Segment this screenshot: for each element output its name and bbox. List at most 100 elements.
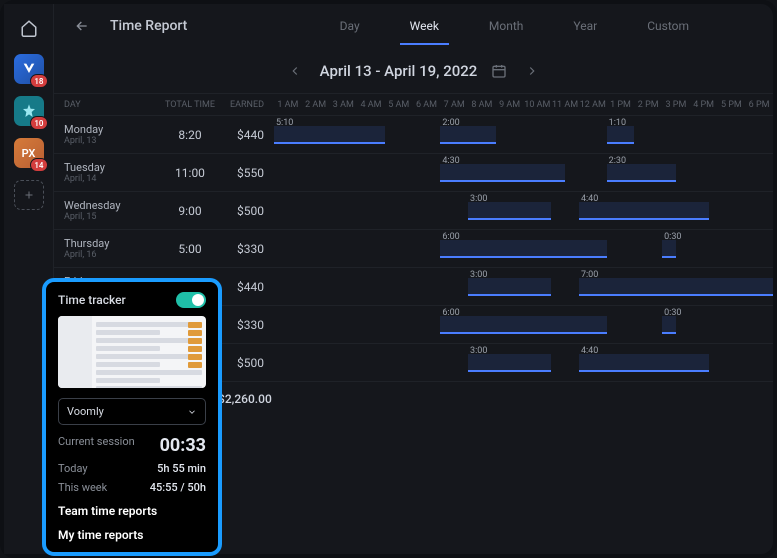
time-segment[interactable]: 2:30: [607, 164, 676, 182]
project-select[interactable]: Voomly: [58, 398, 206, 425]
app-icon-star[interactable]: 10: [14, 96, 44, 126]
tab-day[interactable]: Day: [336, 7, 364, 45]
earned-value: $550: [218, 154, 274, 191]
time-segment[interactable]: 6:00: [440, 240, 606, 258]
timeline-track: 3:00 4:40: [274, 344, 773, 381]
day-date: April, 16: [64, 250, 162, 260]
current-session-label: Current session: [58, 435, 135, 456]
add-workspace-button[interactable]: [14, 180, 44, 210]
hour-label: 4 AM: [357, 100, 385, 110]
total-time-value: 9:00: [162, 192, 218, 229]
time-tracker-popover: Time tracker Voomly Current session 00:3…: [42, 278, 222, 556]
segment-duration-label: 3:00: [470, 270, 487, 280]
total-time-value: 11:00: [162, 154, 218, 191]
my-reports-link[interactable]: My time reports: [58, 528, 206, 542]
day-name: Thursday: [64, 237, 162, 250]
hour-label: 1 PM: [607, 100, 635, 110]
segment-duration-label: 6:00: [442, 308, 459, 318]
earned-value: $500: [218, 192, 274, 229]
hour-label: 6 PM: [745, 100, 773, 110]
tracker-toggle[interactable]: [176, 292, 206, 308]
total-time-value: 8:20: [162, 116, 218, 153]
team-reports-link[interactable]: Team time reports: [58, 504, 206, 518]
hour-label: 12 AM: [579, 100, 607, 110]
time-segment[interactable]: 0:30: [662, 316, 676, 334]
time-segment[interactable]: 4:40: [579, 354, 709, 372]
earned-value: $500: [218, 344, 274, 381]
total-time-value: 5:00: [162, 230, 218, 267]
badge: 18: [30, 74, 47, 88]
hour-label: 6 AM: [413, 100, 441, 110]
calendar-icon[interactable]: [491, 63, 507, 79]
timeline-track: 3:00 4:40: [274, 192, 773, 229]
time-segment[interactable]: 6:00: [440, 316, 606, 334]
tab-year[interactable]: Year: [569, 7, 601, 45]
hour-label: 5 AM: [385, 100, 413, 110]
date-navigator: April 13 - April 19, 2022: [54, 48, 773, 94]
tab-week[interactable]: Week: [406, 7, 443, 45]
home-icon[interactable]: [15, 14, 43, 42]
timeline-track: 6:00 0:30: [274, 230, 773, 267]
current-session-value: 00:33: [160, 435, 206, 456]
col-total-label: TOTAL TIME: [162, 100, 218, 110]
day-date: April, 15: [64, 212, 162, 222]
time-segment[interactable]: 4:30: [440, 164, 565, 182]
app-icon-px[interactable]: PX 14: [14, 138, 44, 168]
badge: 14: [30, 158, 47, 172]
earned-value: $330: [218, 306, 274, 343]
hour-label: 9 AM: [496, 100, 524, 110]
screenshot-thumbnail[interactable]: [58, 316, 206, 388]
time-segment[interactable]: 2:00: [440, 126, 495, 144]
segment-duration-label: 4:40: [581, 346, 598, 356]
hour-label: 11 AM: [551, 100, 579, 110]
next-range-button[interactable]: [521, 60, 543, 82]
range-tabs: Day Week Month Year Custom: [336, 7, 693, 45]
today-value: 5h 55 min: [157, 462, 206, 475]
earned-value: $440: [218, 116, 274, 153]
week-label: This week: [58, 481, 107, 494]
hour-label: 3 PM: [662, 100, 690, 110]
hour-label: 8 AM: [468, 100, 496, 110]
segment-duration-label: 7:00: [581, 270, 598, 280]
tab-custom[interactable]: Custom: [643, 7, 693, 45]
hour-label: 1 AM: [274, 100, 302, 110]
hour-label: 7 AM: [440, 100, 468, 110]
time-segment[interactable]: 1:10: [607, 126, 635, 144]
time-segment[interactable]: 5:10: [274, 126, 385, 144]
segment-duration-label: 0:30: [664, 308, 681, 318]
day-name: Tuesday: [64, 161, 162, 174]
segment-duration-label: 1:10: [609, 118, 626, 128]
table-row: Wednesday April, 15 9:00 $500 3:004:40: [54, 192, 773, 230]
segment-duration-label: 4:30: [442, 156, 459, 166]
hour-label: 2 PM: [634, 100, 662, 110]
time-segment[interactable]: 4:40: [579, 202, 709, 220]
segment-duration-label: 4:40: [581, 194, 598, 204]
hour-label: 5 PM: [718, 100, 746, 110]
popover-title: Time tracker: [58, 293, 126, 307]
earned-value: $330: [218, 230, 274, 267]
time-segment[interactable]: 0:30: [662, 240, 676, 258]
day-date: April, 13: [64, 136, 162, 146]
back-button[interactable]: [74, 18, 90, 34]
prev-range-button[interactable]: [284, 60, 306, 82]
table-row: Thursday April, 16 5:00 $330 6:00 0:30: [54, 230, 773, 268]
app-icon-voomly[interactable]: 18: [14, 54, 44, 84]
segment-duration-label: 0:30: [664, 232, 681, 242]
hour-label: 2 AM: [302, 100, 330, 110]
project-select-value: Voomly: [67, 405, 104, 418]
timeline-track: 3:00 7:00: [274, 268, 773, 305]
time-segment[interactable]: 3:00: [468, 202, 551, 220]
col-day-label: DAY: [54, 100, 162, 110]
badge: 10: [30, 116, 47, 130]
col-earned-label: EARNED: [218, 100, 274, 110]
today-label: Today: [58, 462, 88, 475]
tab-month[interactable]: Month: [485, 7, 527, 45]
timeline-track: 5:10 2:00 1:10: [274, 116, 773, 153]
time-segment[interactable]: 3:00: [468, 278, 551, 296]
time-segment[interactable]: 3:00: [468, 354, 551, 372]
chevron-down-icon: [187, 407, 197, 417]
hour-label: 10 AM: [523, 100, 551, 110]
day-date: April, 14: [64, 174, 162, 184]
page-title: Time Report: [110, 18, 187, 34]
time-segment[interactable]: 7:00: [579, 278, 773, 296]
